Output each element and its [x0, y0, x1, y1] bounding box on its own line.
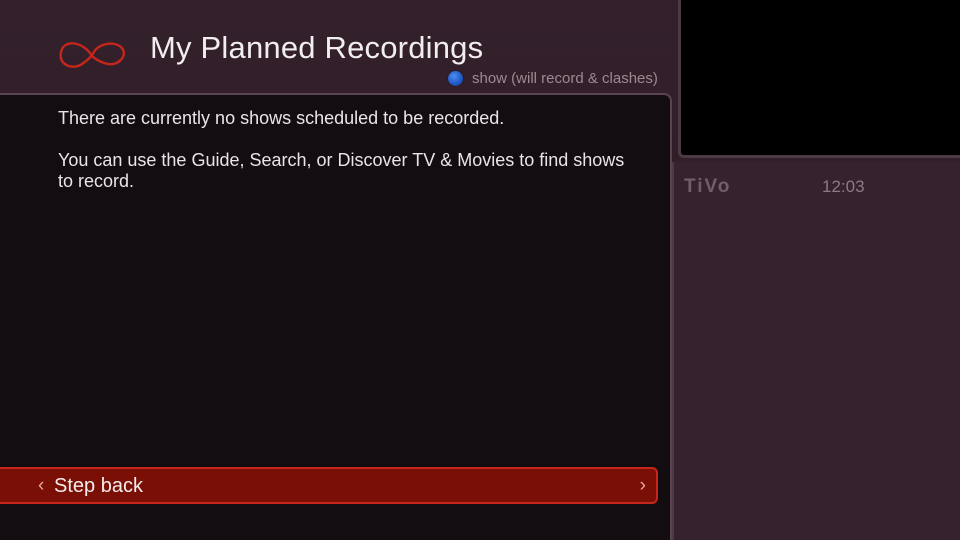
- step-back-button[interactable]: ‹ Step back ›: [0, 467, 658, 504]
- content-panel: There are currently no shows scheduled t…: [0, 93, 672, 540]
- live-tv-preview: [678, 0, 960, 158]
- blue-dot-icon: [448, 70, 463, 86]
- step-back-label: Step back: [54, 475, 143, 497]
- legend-label: show (will record & clashes): [472, 69, 658, 87]
- side-panel: TiVo 12:03: [672, 162, 960, 540]
- chevron-left-icon: ‹: [38, 475, 45, 496]
- screen: My Planned Recordings show (will record …: [0, 0, 960, 540]
- virgin-infinity-icon: [59, 42, 125, 68]
- clock: 12:03: [822, 177, 865, 196]
- page-title: My Planned Recordings: [150, 30, 484, 65]
- chevron-right-icon: ›: [639, 475, 646, 496]
- recording-legend: show (will record & clashes): [448, 69, 658, 87]
- hint-message: You can use the Guide, Search, or Discov…: [58, 150, 625, 191]
- header: My Planned Recordings show (will record …: [0, 0, 672, 92]
- tivo-logo: TiVo: [684, 176, 732, 197]
- empty-message: There are currently no shows scheduled t…: [58, 108, 505, 128]
